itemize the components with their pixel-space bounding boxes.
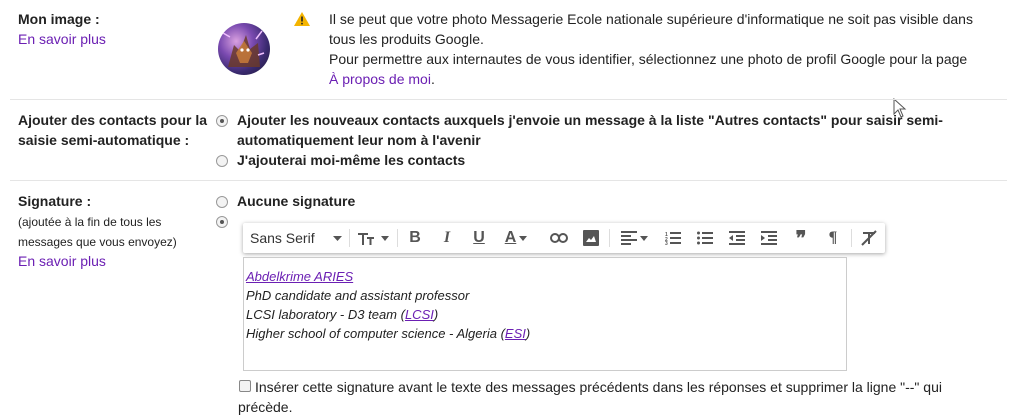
manual-contacts-radio[interactable]: [216, 155, 228, 167]
font-family-value: Sans Serif: [250, 230, 315, 246]
signature-hint-line2: messages que vous envoyez): [18, 235, 177, 249]
align-button[interactable]: [617, 227, 651, 249]
section-divider: [10, 180, 1007, 181]
quote-icon: ❞: [795, 227, 807, 250]
bold-icon: B: [409, 229, 421, 246]
auto-add-contacts-radio[interactable]: [216, 115, 228, 127]
text-color-button[interactable]: A: [499, 227, 533, 249]
clear-formatting-icon: [861, 230, 877, 246]
image-label: Mon image :: [18, 11, 100, 27]
insert-before-line2: précède.: [238, 399, 293, 415]
insert-before-line1: Insérer cette signature avant le texte d…: [255, 379, 942, 395]
numbered-list-button[interactable]: 123: [661, 227, 685, 249]
signature-hint: (ajoutée à la fin de tous les messages q…: [18, 212, 177, 252]
warning-icon: [294, 12, 310, 26]
font-size-button[interactable]: [353, 227, 393, 249]
signature-school-suffix: ): [525, 326, 531, 341]
italic-button[interactable]: I: [435, 227, 459, 249]
signature-editor[interactable]: Abdelkrime ARIES PhD candidate and assis…: [243, 257, 847, 371]
custom-signature-radio[interactable]: [216, 216, 228, 228]
quote-button[interactable]: ❞: [789, 227, 813, 250]
font-family-select[interactable]: Sans Serif: [247, 227, 346, 249]
auto-add-option-line1: Ajouter les nouveaux contacts auxquels j…: [237, 112, 943, 128]
indent-less-icon: [729, 231, 745, 245]
insert-signature-before-label[interactable]: Insérer cette signature avant le texte d…: [238, 377, 942, 417]
numbered-list-icon: 123: [665, 232, 681, 245]
toolbar-separator: [397, 229, 398, 247]
about-me-link[interactable]: À propos de moi: [329, 71, 431, 87]
indent-more-icon: [761, 231, 777, 245]
no-signature-option[interactable]: Aucune signature: [237, 191, 355, 211]
text-color-icon: A: [504, 229, 517, 246]
photo-warning-line3: Pour permettre aux internautes de vous i…: [329, 51, 968, 67]
signature-hint-line1: (ajoutée à la fin de tous les: [18, 215, 162, 229]
lcsi-link[interactable]: LCSI: [405, 307, 434, 322]
insert-image-button[interactable]: [579, 227, 603, 249]
signature-lab-text: LCSI laboratory - D3 team (: [246, 307, 405, 322]
toolbar-separator: [609, 229, 610, 247]
bold-button[interactable]: B: [403, 227, 427, 249]
esi-link[interactable]: ESI: [505, 326, 526, 341]
toolbar-separator: [349, 229, 350, 247]
auto-add-contacts-option[interactable]: Ajouter les nouveaux contacts auxquels j…: [237, 110, 943, 150]
remove-formatting-button[interactable]: [857, 227, 881, 249]
indent-less-button[interactable]: [725, 227, 749, 249]
bullet-list-icon: [697, 231, 713, 245]
indent-more-button[interactable]: [757, 227, 781, 249]
photo-warning-line1: Il se peut que votre photo Messagerie Ec…: [329, 11, 973, 27]
chevron-down-icon: [333, 235, 342, 241]
image-learn-more-link[interactable]: En savoir plus: [18, 29, 106, 49]
svg-text:3: 3: [665, 241, 668, 245]
chevron-down-icon: [639, 235, 648, 241]
signature-lab-suffix: ): [433, 307, 439, 322]
signature-learn-more-link[interactable]: En savoir plus: [18, 251, 106, 271]
avatar[interactable]: [218, 23, 270, 75]
underline-button[interactable]: U: [467, 227, 491, 249]
manual-contacts-option[interactable]: J'ajouterai moi-même les contacts: [237, 150, 465, 170]
toolbar-separator: [851, 229, 852, 247]
signature-label: Signature :: [18, 193, 92, 209]
formatting-toolbar: Sans Serif B I U A 123 ❞ ¶: [243, 223, 885, 253]
signature-name-link[interactable]: Abdelkrime ARIES: [246, 269, 353, 284]
signature-title-line: PhD candidate and assistant professor: [246, 288, 470, 303]
insert-link-button[interactable]: [547, 227, 571, 249]
contacts-label-line2: saisie semi-automatique :: [18, 132, 190, 148]
paragraph-icon: ¶: [828, 229, 838, 246]
italic-icon: I: [443, 229, 451, 246]
chevron-down-icon: [380, 235, 389, 241]
font-size-icon: [357, 233, 374, 245]
photo-warning-line2: tous les produits Google.: [329, 31, 484, 47]
chevron-down-icon: [519, 235, 528, 241]
align-left-icon: [620, 231, 637, 245]
bullet-list-button[interactable]: [693, 227, 717, 249]
image-icon: [583, 230, 599, 246]
auto-add-option-line2: automatiquement leur nom à l'avenir: [237, 132, 481, 148]
underline-icon: U: [473, 229, 485, 246]
section-divider: [10, 99, 1007, 100]
signature-school-text: Higher school of computer science - Alge…: [246, 326, 505, 341]
contacts-label-line1: Ajouter des contacts pour la: [18, 112, 208, 128]
link-icon: [550, 233, 568, 243]
no-signature-radio[interactable]: [216, 196, 228, 208]
paragraph-direction-button[interactable]: ¶: [821, 227, 845, 249]
about-suffix: .: [430, 71, 435, 87]
contacts-label: Ajouter des contacts pour la saisie semi…: [18, 110, 207, 150]
